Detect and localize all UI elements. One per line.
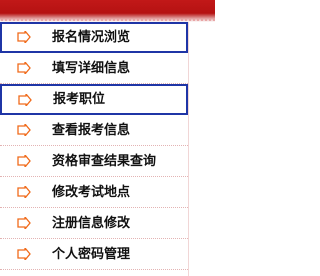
- menu-item-label: 报名情况浏览: [52, 29, 131, 45]
- arrow-right-icon: [10, 177, 38, 208]
- arrow-right-icon: [10, 22, 38, 53]
- right-gutter: [188, 22, 216, 276]
- arrow-right-icon: [10, 239, 38, 270]
- menu-item-label: 查看报考信息: [52, 122, 131, 138]
- menu-item-edit-registration[interactable]: 注册信息修改: [0, 208, 188, 239]
- arrow-right-icon: [10, 53, 38, 84]
- arrow-right-icon: [11, 84, 39, 115]
- menu-item-change-exam-location[interactable]: 修改考试地点: [0, 177, 188, 208]
- menu-list: 报名情况浏览 填写详细信息 报考职位 查看报考信息 资格审查结果查询 修改考试地…: [0, 22, 188, 270]
- arrow-right-icon: [10, 115, 38, 146]
- menu-item-qualification-result[interactable]: 资格审查结果查询: [0, 146, 188, 177]
- sidebar-menu: 报名情况浏览 填写详细信息 报考职位 查看报考信息 资格审查结果查询 修改考试地…: [0, 22, 188, 276]
- menu-item-label: 修改考试地点: [52, 184, 131, 200]
- arrow-right-icon: [10, 208, 38, 239]
- menu-item-fill-details[interactable]: 填写详细信息: [0, 53, 188, 84]
- menu-item-label: 填写详细信息: [52, 60, 131, 76]
- menu-item-password-management[interactable]: 个人密码管理: [0, 239, 188, 270]
- menu-item-apply-position[interactable]: 报考职位: [0, 84, 188, 115]
- menu-item-label: 个人密码管理: [52, 246, 131, 262]
- menu-item-label: 注册信息修改: [52, 215, 131, 231]
- menu-item-label: 报考职位: [53, 92, 106, 107]
- menu-item-view-application[interactable]: 查看报考信息: [0, 115, 188, 146]
- header-bar: [0, 0, 215, 22]
- menu-item-label: 资格审查结果查询: [52, 153, 157, 169]
- arrow-right-icon: [10, 146, 38, 177]
- menu-item-registration-status[interactable]: 报名情况浏览: [0, 22, 188, 53]
